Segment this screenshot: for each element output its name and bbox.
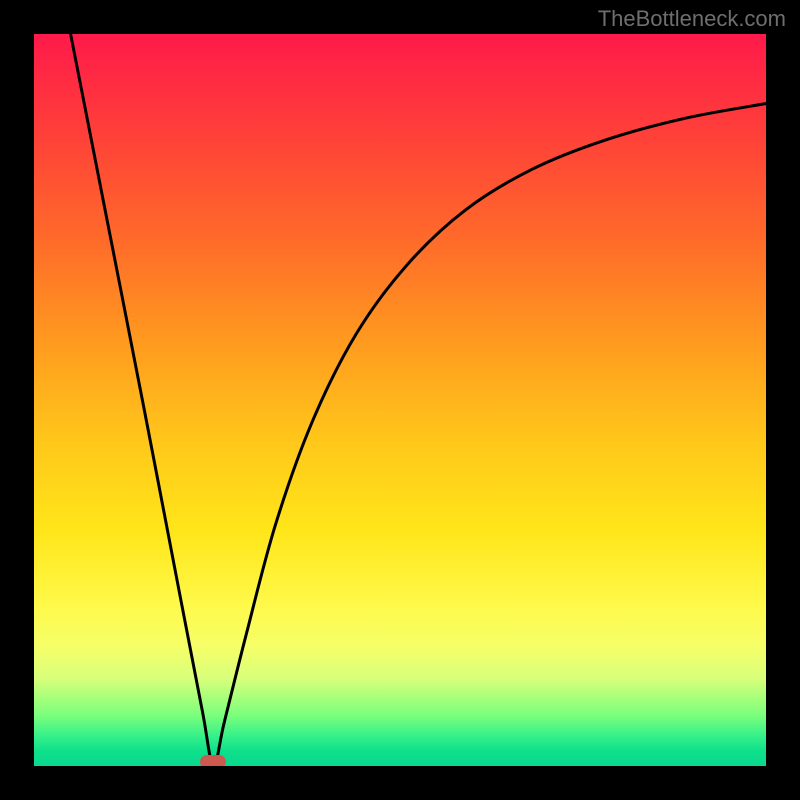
curve-svg [34, 34, 766, 766]
watermark-text: TheBottleneck.com [598, 6, 786, 32]
bottleneck-curve [71, 34, 766, 766]
minimum-marker [200, 755, 226, 766]
plot-area [34, 34, 766, 766]
chart-frame: TheBottleneck.com [0, 0, 800, 800]
